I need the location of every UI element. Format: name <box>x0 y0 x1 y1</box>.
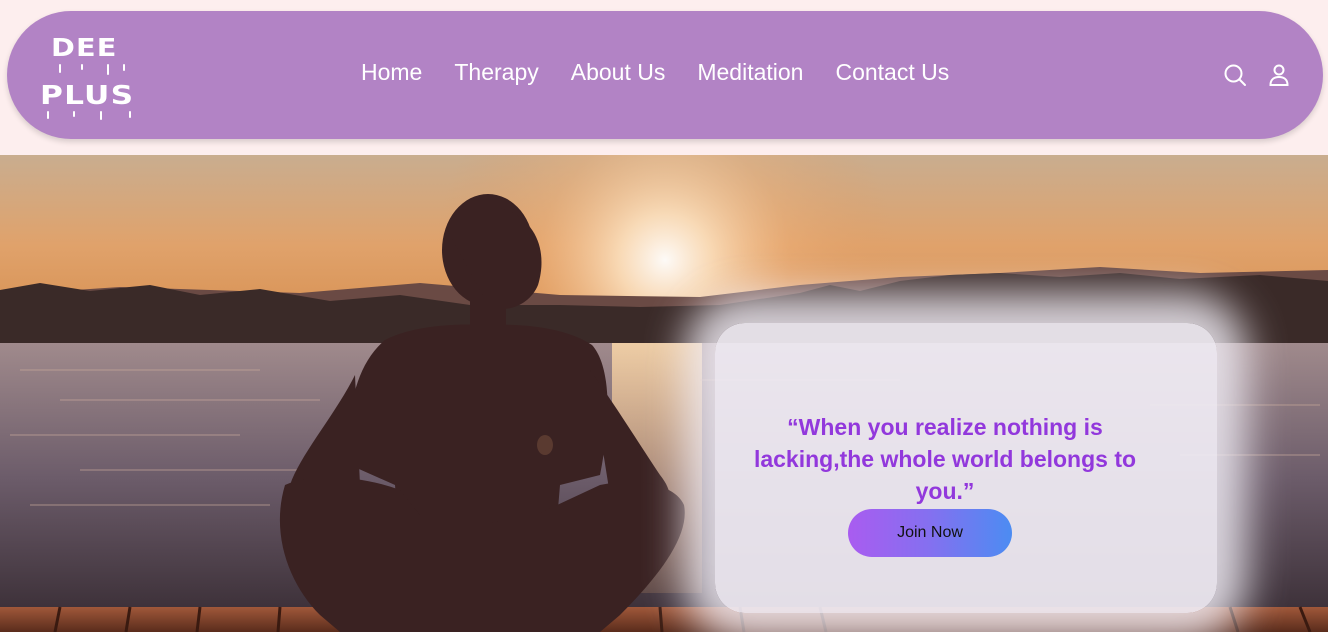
logo-drip <box>100 111 102 120</box>
logo[interactable]: DEE PLUS <box>37 31 147 120</box>
logo-line1: DEE <box>51 33 118 62</box>
logo-drip <box>73 111 75 117</box>
logo-drip <box>47 111 49 119</box>
main-nav: Home Therapy About Us Meditation Contact… <box>361 59 949 86</box>
user-icon[interactable] <box>1267 63 1291 87</box>
nav-link-contact-us[interactable]: Contact Us <box>835 59 949 86</box>
logo-drip <box>59 64 61 73</box>
navbar: DEE PLUS Home Therapy About Us Meditatio… <box>7 11 1323 139</box>
nav-link-about-us[interactable]: About Us <box>571 59 666 86</box>
hero-section: “When you realize nothing is lacking,the… <box>0 155 1328 632</box>
nav-link-therapy[interactable]: Therapy <box>454 59 538 86</box>
logo-drip <box>129 111 131 118</box>
quote-panel: “When you realize nothing is lacking,the… <box>715 323 1217 613</box>
logo-drip <box>81 64 83 70</box>
logo-line2: PLUS <box>40 81 135 111</box>
hero-quote: “When you realize nothing is lacking,the… <box>753 414 1137 504</box>
logo-drip <box>107 64 109 75</box>
join-now-button[interactable]: Join Now <box>848 509 1012 557</box>
search-icon[interactable] <box>1223 63 1247 87</box>
nav-link-home[interactable]: Home <box>361 59 422 86</box>
nav-link-meditation[interactable]: Meditation <box>697 59 803 86</box>
logo-drip <box>123 64 125 71</box>
